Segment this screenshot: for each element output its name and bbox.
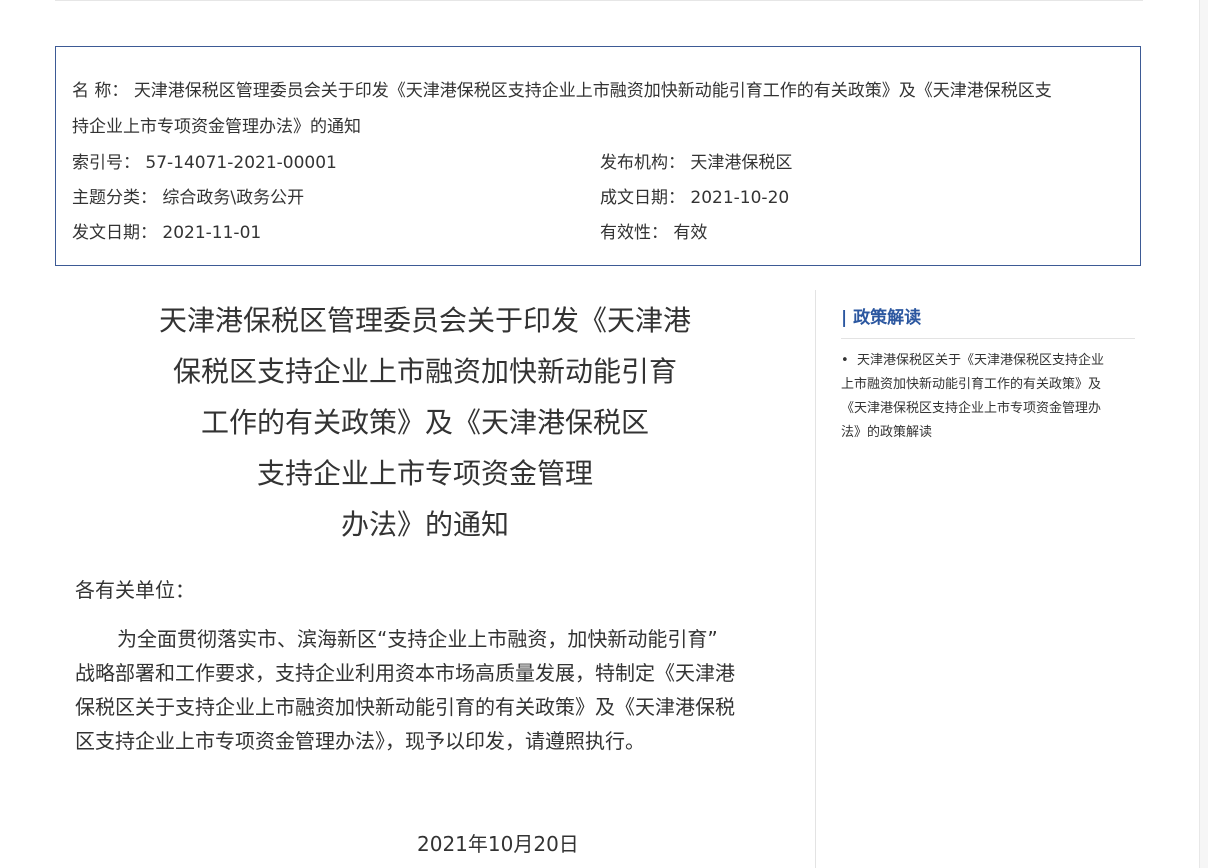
document-title-line: 办法》的通知 — [340, 508, 509, 541]
document-title-line: 支持企业上市专项资金管理 — [256, 457, 593, 490]
column-divider — [815, 290, 816, 868]
metadata-written-date: 成文日期： 2021-10-20 — [600, 180, 789, 216]
document-body-line: 为全面贯彻落实市、滨海新区“支持企业上市融资，加快新动能引育” — [117, 627, 718, 651]
top-divider — [55, 0, 1143, 1]
metadata-written-date-label: 成文日期： — [600, 188, 685, 208]
document-salutation: 各有关单位： — [75, 578, 195, 602]
sidebar-heading: | 政策解读 — [841, 300, 1135, 339]
policy-interpretation-sidebar: | 政策解读 • 天津港保税区关于《天津港保税区支持企业 上市融资加快新动能引育… — [841, 300, 1135, 445]
metadata-published-date-value: 2021-11-01 — [162, 223, 262, 243]
document-body-line: 战略部署和工作要求，支持企业利用资本市场高质量发展，特制定《天津港 — [75, 661, 735, 685]
document-date: 2021年10月20日 — [417, 832, 579, 856]
document-title-line: 保税区支持企业上市融资加快新动能引育 — [172, 355, 677, 388]
metadata-name-label: 名 称： — [72, 81, 129, 101]
document-title-line: 工作的有关政策》及《天津港保税区 — [200, 406, 649, 439]
metadata-issuer-value: 天津港保税区 — [690, 153, 793, 173]
metadata-validity: 有效性： 有效 — [600, 215, 707, 251]
metadata-topic-value: 综合政务\政务公开 — [162, 188, 305, 208]
document-metadata-box: 名 称： 天津港保税区管理委员会关于印发《天津港保税区支持企业上市融资加快新动能… — [55, 46, 1141, 266]
document-body-line: 保税区关于支持企业上市融资加快新动能引育的有关政策》及《天津港保税 — [75, 695, 735, 719]
metadata-index-label: 索引号： — [72, 153, 140, 173]
document-body-line: 区支持企业上市专项资金管理办法》，现予以印发，请遵照执行。 — [75, 729, 645, 753]
page-scroll-edge — [1199, 0, 1208, 868]
bullet-icon: • — [841, 353, 849, 368]
metadata-validity-value: 有效 — [673, 223, 708, 243]
metadata-validity-label: 有效性： — [600, 223, 668, 243]
metadata-name-value-line1: 天津港保税区管理委员会关于印发《天津港保税区支持企业上市融资加快新动能引育工作的… — [133, 81, 1052, 101]
document-main: 天津港保税区管理委员会关于印发《天津港 保税区支持企业上市融资加快新动能引育 工… — [55, 290, 795, 856]
metadata-issuer-label: 发布机构： — [600, 153, 685, 173]
metadata-written-date-value: 2021-10-20 — [690, 188, 790, 208]
sidebar-item-policy-interpretation[interactable]: • 天津港保税区关于《天津港保税区支持企业 上市融资加快新动能引育工作的有关政策… — [841, 349, 1135, 445]
document-title: 天津港保税区管理委员会关于印发《天津港 保税区支持企业上市融资加快新动能引育 工… — [55, 290, 795, 550]
metadata-name-row: 名 称： 天津港保税区管理委员会关于印发《天津港保税区支持企业上市融资加快新动能… — [72, 73, 1122, 145]
metadata-index-value: 57-14071-2021-00001 — [145, 153, 337, 173]
sidebar-item-line: 法》的政策解读 — [841, 425, 933, 440]
sidebar-list: • 天津港保税区关于《天津港保税区支持企业 上市融资加快新动能引育工作的有关政策… — [841, 349, 1135, 445]
metadata-grid: 索引号： 57-14071-2021-00001 发布机构： 天津港保税区 主题… — [72, 145, 1140, 253]
metadata-published-date: 发文日期： 2021-11-01 — [72, 215, 261, 251]
metadata-published-date-label: 发文日期： — [72, 223, 157, 243]
sidebar-item-line: 上市融资加快新动能引育工作的有关政策》及 — [841, 377, 1102, 392]
sidebar-item-line: • 天津港保税区关于《天津港保税区支持企业 — [841, 349, 1135, 373]
metadata-index: 索引号： 57-14071-2021-00001 — [72, 145, 337, 181]
metadata-name-value-line2: 持企业上市专项资金管理办法》的通知 — [72, 117, 361, 137]
metadata-topic-label: 主题分类： — [72, 188, 157, 208]
sidebar-item-text: 天津港保税区关于《天津港保税区支持企业 — [856, 353, 1104, 368]
metadata-topic: 主题分类： 综合政务\政务公开 — [72, 180, 304, 216]
document-title-line: 天津港保税区管理委员会关于印发《天津港 — [158, 304, 691, 337]
sidebar-item-line: 《天津港保税区支持企业上市专项资金管理办 — [841, 401, 1102, 416]
metadata-issuer: 发布机构： 天津港保税区 — [600, 145, 792, 181]
document-body-paragraph: 为全面贯彻落实市、滨海新区“支持企业上市融资，加快新动能引育” 战略部署和工作要… — [75, 622, 775, 758]
